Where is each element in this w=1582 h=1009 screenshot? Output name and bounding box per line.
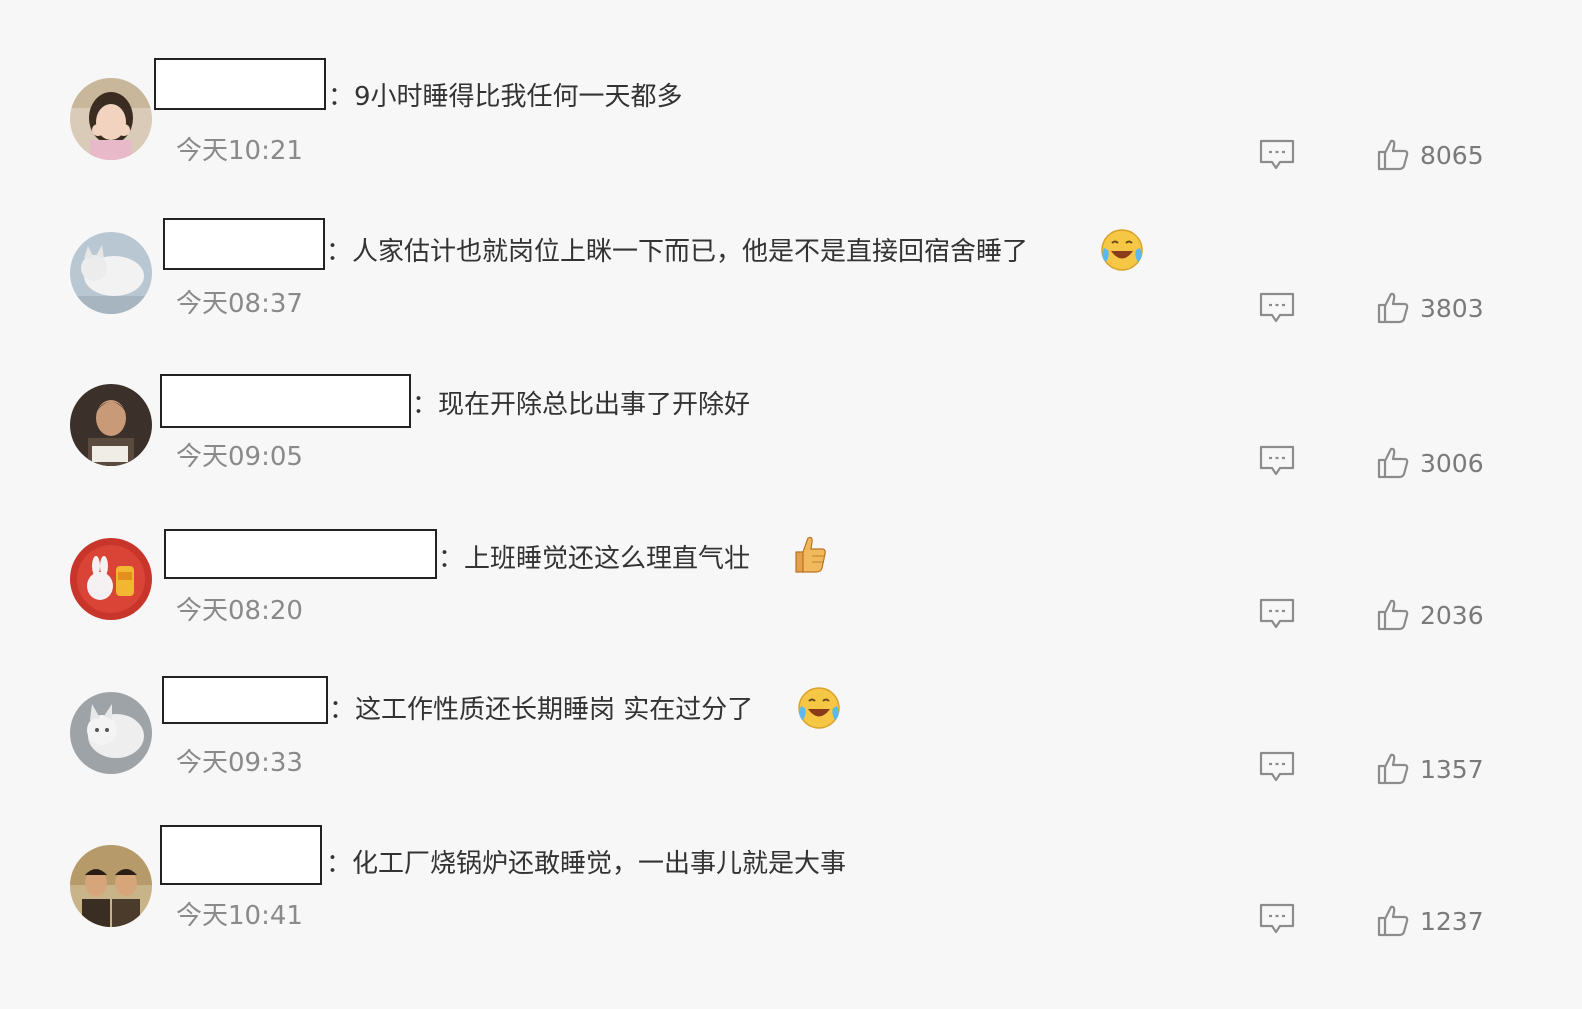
like-count: 8065 bbox=[1420, 140, 1484, 170]
laugh-cry-emoji bbox=[798, 687, 840, 729]
like-count: 3006 bbox=[1420, 448, 1484, 478]
comment-icon bbox=[1259, 292, 1295, 323]
thumbs-up-icon bbox=[1377, 447, 1409, 479]
like-button[interactable]: 1237 bbox=[1376, 904, 1484, 938]
comment-icon bbox=[1259, 903, 1295, 934]
reply-button[interactable] bbox=[1258, 597, 1296, 631]
reply-button[interactable] bbox=[1258, 291, 1296, 325]
comment-time: 今天09:33 bbox=[176, 748, 303, 778]
thumbs-up-icon bbox=[1377, 905, 1409, 937]
username-redacted[interactable] bbox=[164, 529, 437, 579]
comment-text: ：化工厂烧锅炉还敢睡觉，一出事儿就是大事 bbox=[326, 849, 847, 879]
comment-text: ：这工作性质还长期睡岗 实在过分了 bbox=[329, 695, 754, 725]
comment-time: 今天10:21 bbox=[176, 136, 303, 166]
like-count: 1237 bbox=[1420, 906, 1484, 936]
user-avatar[interactable] bbox=[70, 384, 152, 466]
like-button[interactable]: 8065 bbox=[1376, 138, 1484, 172]
reply-button[interactable] bbox=[1258, 138, 1296, 172]
comment-time: 今天10:41 bbox=[176, 901, 303, 931]
comment-time: 今天08:20 bbox=[176, 596, 303, 626]
username-redacted[interactable] bbox=[160, 374, 411, 428]
comment-time: 今天09:05 bbox=[176, 442, 303, 472]
user-avatar[interactable] bbox=[70, 692, 152, 774]
thumbs-up-emoji bbox=[795, 536, 826, 573]
comment-text: ：现在开除总比出事了开除好 bbox=[412, 390, 751, 420]
reply-button[interactable] bbox=[1258, 902, 1296, 936]
comment-icon bbox=[1259, 598, 1295, 629]
like-count: 3803 bbox=[1420, 293, 1484, 323]
comment-time: 今天08:37 bbox=[176, 289, 303, 319]
like-button[interactable]: 2036 bbox=[1376, 598, 1484, 632]
user-avatar[interactable] bbox=[70, 845, 152, 927]
username-redacted[interactable] bbox=[163, 218, 325, 270]
comment-list: ：9小时睡得比我任何一天都多 今天10:21 8065 ：人家估计也就岗位上眯一… bbox=[0, 0, 1582, 1009]
like-count: 2036 bbox=[1420, 600, 1484, 630]
like-count: 1357 bbox=[1420, 754, 1484, 784]
thumbs-up-icon bbox=[1377, 292, 1409, 324]
thumbs-up-icon bbox=[1377, 139, 1409, 171]
like-button[interactable]: 1357 bbox=[1376, 752, 1484, 786]
username-redacted[interactable] bbox=[160, 825, 322, 885]
like-button[interactable]: 3006 bbox=[1376, 446, 1484, 480]
comment-icon bbox=[1259, 445, 1295, 476]
user-avatar[interactable] bbox=[70, 232, 152, 314]
like-button[interactable]: 3803 bbox=[1376, 291, 1484, 325]
comment-text: ：上班睡觉还这么理直气壮 bbox=[438, 544, 751, 574]
reply-button[interactable] bbox=[1258, 444, 1296, 478]
comment-text: ：人家估计也就岗位上眯一下而已，他是不是直接回宿舍睡了 bbox=[326, 237, 1029, 267]
user-avatar[interactable] bbox=[70, 538, 152, 620]
username-redacted[interactable] bbox=[162, 676, 328, 724]
comment-icon bbox=[1259, 751, 1295, 782]
comment-item: ：化工厂烧锅炉还敢睡觉，一出事儿就是大事 今天10:41 1237 bbox=[0, 0, 1582, 937]
laugh-cry-emoji bbox=[1101, 229, 1143, 271]
reply-button[interactable] bbox=[1258, 750, 1296, 784]
thumbs-up-icon bbox=[1377, 599, 1409, 631]
thumbs-up-icon bbox=[1377, 753, 1409, 785]
comment-icon bbox=[1259, 139, 1295, 170]
